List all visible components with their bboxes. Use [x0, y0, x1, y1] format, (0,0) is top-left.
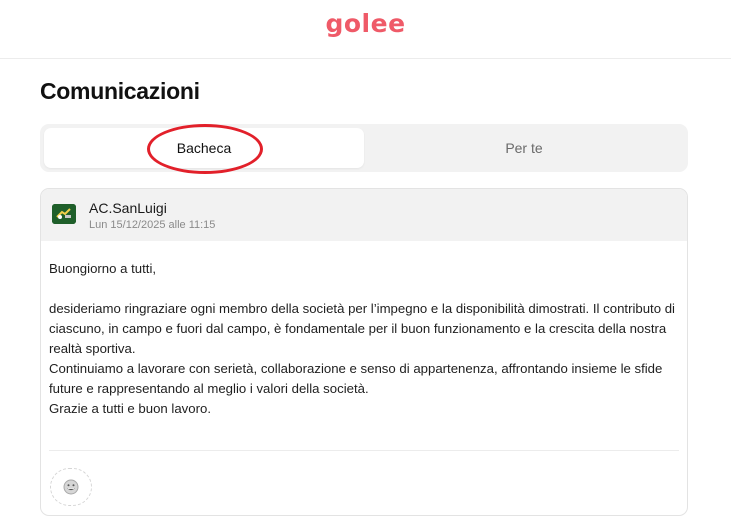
post-greeting: Buongiorno a tutti, — [49, 261, 157, 276]
tab-bacheca[interactable]: Bacheca — [44, 128, 364, 168]
golee-logo[interactable]: golee — [0, 9, 731, 38]
tab-per-te[interactable]: Per te — [364, 128, 684, 168]
post-closing: Grazie a tutti e buon lavoro. — [49, 401, 212, 416]
post-paragraph-2: Continuiamo a lavorare con serietà, coll… — [49, 361, 663, 396]
tab-switcher: Bacheca Per te — [40, 124, 688, 172]
post-author[interactable]: AC.SanLuigi — [89, 200, 167, 216]
divider — [49, 450, 679, 451]
post-body: Buongiorno a tutti, desideriamo ringrazi… — [49, 259, 679, 419]
club-logo-icon — [52, 204, 76, 224]
post-paragraph-1: desideriamo ringraziare ogni membro dell… — [49, 301, 675, 356]
page-title: Comunicazioni — [40, 78, 200, 104]
post-card: AC.SanLuigi Lun 15/12/2025 alle 11:15 Bu… — [40, 188, 688, 516]
post-date: Lun 15/12/2025 alle 11:15 — [89, 219, 216, 231]
post-header: AC.SanLuigi Lun 15/12/2025 alle 11:15 — [41, 189, 687, 241]
add-reaction-button[interactable] — [50, 468, 92, 506]
emoji-reaction-icon — [63, 479, 79, 495]
top-bar: golee — [0, 0, 731, 59]
club-avatar — [52, 204, 76, 224]
